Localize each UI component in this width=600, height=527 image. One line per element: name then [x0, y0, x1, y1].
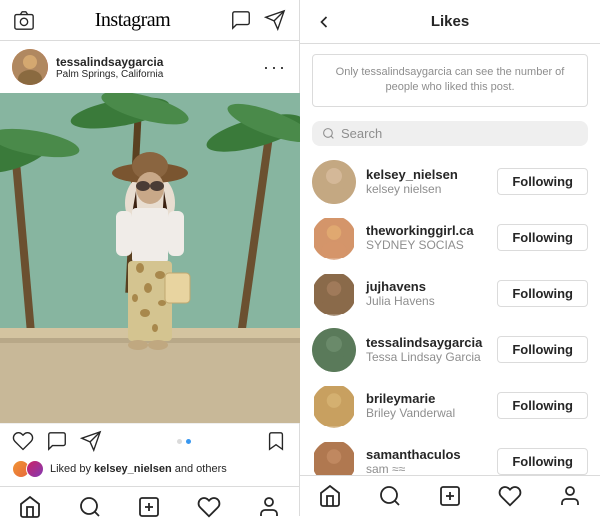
- post-header: tessalindsaygarcia Palm Springs, Califor…: [0, 41, 299, 93]
- camera-icon[interactable]: [12, 8, 36, 32]
- like-avatar[interactable]: [312, 440, 356, 475]
- top-bar: Instagram: [0, 0, 299, 41]
- likes-title: Likes: [431, 13, 469, 30]
- liked-avatars: [12, 460, 44, 478]
- like-avatar[interactable]: [312, 216, 356, 260]
- right-nav-profile-icon[interactable]: [558, 484, 582, 508]
- likes-header: Likes: [300, 0, 600, 44]
- more-options-button[interactable]: ···: [263, 57, 287, 78]
- like-username[interactable]: theworkinggirl.ca: [366, 223, 487, 238]
- post-actions-left: [12, 430, 102, 452]
- right-nav-heart-icon[interactable]: [498, 484, 522, 508]
- like-item: kelsey_nielsen kelsey nielsen Following: [300, 154, 600, 210]
- like-display-name: Briley Vanderwal: [366, 406, 487, 420]
- avatar[interactable]: [12, 49, 48, 85]
- like-user-info: jujhavens Julia Havens: [366, 279, 487, 308]
- like-username[interactable]: brileymarie: [366, 391, 487, 406]
- top-bar-right-icons: [229, 8, 287, 32]
- like-avatar[interactable]: [312, 272, 356, 316]
- liked-avatar-2: [26, 460, 44, 478]
- like-user-info: theworkinggirl.ca SYDNEY SOCIAS: [366, 223, 487, 252]
- like-display-name: Tessa Lindsay Garcia: [366, 350, 487, 364]
- like-display-name: SYDNEY SOCIAS: [366, 238, 487, 252]
- right-nav-add-icon[interactable]: [438, 484, 462, 508]
- back-button[interactable]: [312, 10, 336, 34]
- like-display-name: Julia Havens: [366, 294, 487, 308]
- like-username[interactable]: tessalindsaygarcia: [366, 335, 487, 350]
- bottom-nav: [0, 486, 299, 527]
- like-username[interactable]: samanthaculos: [366, 447, 487, 462]
- likes-list: kelsey_nielsen kelsey nielsen Following …: [300, 154, 600, 475]
- nav-search-icon[interactable]: [78, 495, 102, 519]
- like-item: tessalindsaygarcia Tessa Lindsay Garcia …: [300, 322, 600, 378]
- liked-username[interactable]: kelsey_nielsen: [94, 463, 172, 475]
- post-user: tessalindsaygarcia Palm Springs, Califor…: [12, 49, 163, 85]
- inbox-icon[interactable]: [229, 8, 253, 32]
- left-panel: Instagram: [0, 0, 300, 516]
- like-avatar[interactable]: [312, 328, 356, 372]
- like-user-info: brileymarie Briley Vanderwal: [366, 391, 487, 420]
- post-image: [0, 93, 300, 423]
- post-location: Palm Springs, California: [56, 69, 163, 80]
- comment-button[interactable]: [46, 430, 68, 452]
- search-icon: [322, 127, 335, 140]
- liked-by: Liked by kelsey_nielsen and others: [0, 458, 299, 486]
- like-avatar[interactable]: [312, 160, 356, 204]
- following-button[interactable]: Following: [497, 336, 588, 363]
- nav-heart-icon[interactable]: [197, 495, 221, 519]
- post-username[interactable]: tessalindsaygarcia: [56, 55, 163, 69]
- right-nav-search-icon[interactable]: [378, 484, 402, 508]
- right-panel: Likes Only tessalindsaygarcia can see th…: [300, 0, 600, 516]
- like-user-info: samanthaculos sam ≈≈: [366, 447, 487, 475]
- privacy-notice: Only tessalindsaygarcia can see the numb…: [312, 54, 588, 107]
- like-item: jujhavens Julia Havens Following: [300, 266, 600, 322]
- following-button[interactable]: Following: [497, 168, 588, 195]
- share-icon[interactable]: [263, 8, 287, 32]
- like-button[interactable]: [12, 430, 34, 452]
- search-input[interactable]: [341, 126, 578, 141]
- like-item: theworkinggirl.ca SYDNEY SOCIAS Followin…: [300, 210, 600, 266]
- following-button[interactable]: Following: [497, 280, 588, 307]
- app-logo: Instagram: [95, 9, 170, 32]
- right-nav-home-icon[interactable]: [318, 484, 342, 508]
- search-bar: [312, 121, 588, 146]
- post-actions: [0, 423, 299, 458]
- carousel-indicator: [102, 439, 265, 444]
- like-display-name: sam ≈≈: [366, 462, 487, 475]
- nav-home-icon[interactable]: [18, 495, 42, 519]
- save-button[interactable]: [265, 430, 287, 452]
- following-button[interactable]: Following: [497, 448, 588, 475]
- dot-1: [177, 439, 182, 444]
- like-item: samanthaculos sam ≈≈ Following: [300, 434, 600, 475]
- following-button[interactable]: Following: [497, 392, 588, 419]
- like-user-info: kelsey_nielsen kelsey nielsen: [366, 167, 487, 196]
- like-item: brileymarie Briley Vanderwal Following: [300, 378, 600, 434]
- post-user-info: tessalindsaygarcia Palm Springs, Califor…: [56, 55, 163, 80]
- dot-2: [186, 439, 191, 444]
- like-username[interactable]: jujhavens: [366, 279, 487, 294]
- nav-profile-icon[interactable]: [257, 495, 281, 519]
- right-bottom-nav: [300, 475, 600, 516]
- nav-add-icon[interactable]: [137, 495, 161, 519]
- share-post-button[interactable]: [80, 430, 102, 452]
- liked-text: Liked by kelsey_nielsen and others: [50, 463, 227, 475]
- like-display-name: kelsey nielsen: [366, 182, 487, 196]
- like-avatar[interactable]: [312, 384, 356, 428]
- like-username[interactable]: kelsey_nielsen: [366, 167, 487, 182]
- like-user-info: tessalindsaygarcia Tessa Lindsay Garcia: [366, 335, 487, 364]
- following-button[interactable]: Following: [497, 224, 588, 251]
